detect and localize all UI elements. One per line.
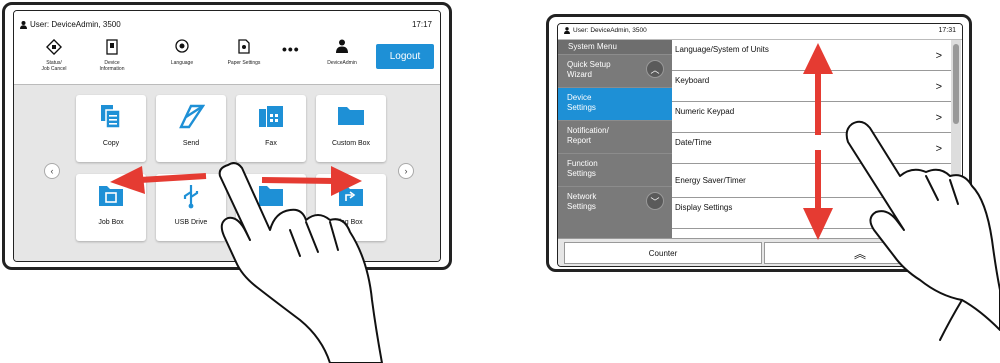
usb-icon [156,183,226,209]
user-icon [312,39,372,57]
language-label: Language [170,60,194,66]
list-item-display-settings[interactable]: Display Settings [672,198,952,229]
system-menu-title: System Menu [558,40,672,54]
list-item-label: Language/System of Units [675,45,769,54]
list-item-label: Numeric Keypad [675,107,735,116]
home-screen: User: DeviceAdmin, 3500 17:17 Status/ Jo… [13,10,441,262]
collapse-button[interactable]: ︽ [764,242,956,264]
fax-tile[interactable]: Fax [236,95,306,162]
counter-button[interactable]: Counter [564,242,762,264]
status-icon [24,38,84,57]
system-top-bar: User: DeviceAdmin, 3500 17:31 [558,24,962,40]
clock: 17:31 [938,27,956,34]
right-device-frame: User: DeviceAdmin, 3500 17:31 System Men… [546,14,972,272]
next-page-button[interactable]: › [398,163,414,179]
chevron-right-icon: > [935,143,942,155]
left-device-frame: User: DeviceAdmin, 3500 17:17 Status/ Jo… [2,2,452,270]
send-icon [156,104,226,130]
device-admin-label: DeviceAdmin [327,60,357,66]
sending-box-label: ing Box [339,219,363,226]
folder-icon [316,104,386,130]
user-label: User: DeviceAdmin, 3500 [573,27,647,34]
list-item-language-units[interactable]: Language/System of Units > [672,40,952,71]
sidebar-scroll-up-button[interactable]: ︿ [646,60,664,78]
logout-button[interactable]: Logout [376,44,434,69]
fax-icon [236,104,306,130]
usb-drive-label: USB Drive [174,219,208,226]
sending-box-tile[interactable]: ing Box [316,174,386,241]
device-info-icon [82,39,142,57]
home-top-bar: User: DeviceAdmin, 3500 17:17 Status/ Jo… [14,11,440,85]
status-job-cancel-button[interactable]: Status/ Job Cancel [24,38,84,72]
copy-icon [76,104,146,130]
sidebar-item-device-settings[interactable]: Device Settings [558,87,672,120]
device-information-button[interactable]: Device Information [82,39,142,72]
paper-settings-label: Paper Settings [227,60,261,66]
user-status: User: DeviceAdmin, 3500 [20,20,121,29]
list-item-date-time[interactable]: Date/Time > [672,133,952,164]
list-item-label: Display Settings [675,203,733,212]
user-icon [20,20,27,29]
custom-box-label: Custom Box [331,140,371,147]
usb-drive-tile[interactable]: USB Drive [156,174,226,241]
sidebar-scroll-down-button[interactable]: ﹀ [646,192,664,210]
copy-label: Copy [102,140,120,147]
job-box-tile[interactable]: Job Box [76,174,146,241]
job-box-icon [76,183,146,209]
box-tile[interactable] [236,174,306,241]
custom-box-tile[interactable]: Custom Box [316,95,386,162]
system-footer: Counter ︽ [558,238,962,266]
list-item-label: Keyboard [675,76,710,85]
copy-tile[interactable]: Copy [76,95,146,162]
chevron-right-icon: > [935,50,942,62]
status-label: Status/ Job Cancel [41,60,67,72]
chevron-right-icon: > [935,81,942,93]
previous-page-button[interactable]: ‹ [44,163,60,179]
more-button[interactable]: ••• [282,41,300,57]
scroll-thumb[interactable] [953,44,959,124]
paper-settings-icon [214,39,274,57]
sidebar-item-function-settings[interactable]: Function Settings [558,153,672,186]
user-status: User: DeviceAdmin, 3500 [564,27,647,34]
home-tile-area: ‹ › Copy Send Fax Custom Box Job Box USB… [14,85,440,261]
device-admin-button[interactable]: DeviceAdmin [312,39,372,66]
box-icon [236,183,306,209]
system-menu-screen: User: DeviceAdmin, 3500 17:31 System Men… [557,23,963,267]
fax-label: Fax [265,140,277,147]
list-item-label: Date/Time [675,138,712,147]
page-indicator: ● ● [234,248,245,254]
list-item-keyboard[interactable]: Keyboard > [672,71,952,102]
language-button[interactable]: Language [152,39,212,66]
sending-box-icon [316,183,386,209]
device-info-label: Device Information [99,60,125,72]
system-menu-sidebar: System Menu Quick Setup Wizard Device Se… [558,40,672,238]
chevron-right-icon: > [935,112,942,124]
user-label: User: DeviceAdmin, 3500 [30,20,121,29]
list-item-label: Energy Saver/Timer [675,176,746,185]
job-box-label: Job Box [98,219,124,226]
clock: 17:17 [411,20,432,29]
list-item-energy-saver[interactable]: Energy Saver/Timer [672,164,952,198]
user-icon [564,27,570,34]
list-scrollbar[interactable] [951,40,961,238]
send-label: Send [182,140,200,147]
paper-settings-button[interactable]: Paper Settings [214,39,274,66]
list-item-numeric-keypad[interactable]: Numeric Keypad > [672,102,952,133]
sidebar-item-notification-report[interactable]: Notification/ Report [558,120,672,153]
settings-list: Language/System of Units > Keyboard > Nu… [672,40,952,238]
send-tile[interactable]: Send [156,95,226,162]
globe-icon [152,39,212,57]
